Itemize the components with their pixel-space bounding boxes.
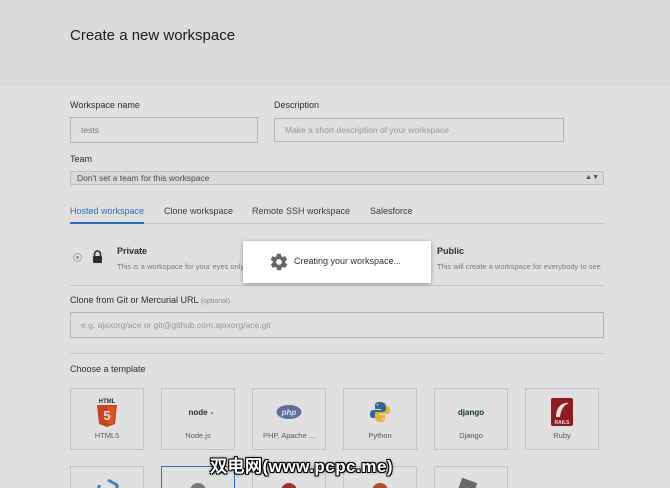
creating-workspace-dialog: Creating your workspace... — [243, 241, 431, 283]
watermark: 双电网(www.pcpc.me) — [210, 457, 394, 476]
creating-workspace-text: Creating your workspace... — [294, 256, 402, 266]
gear-icon — [270, 253, 288, 271]
